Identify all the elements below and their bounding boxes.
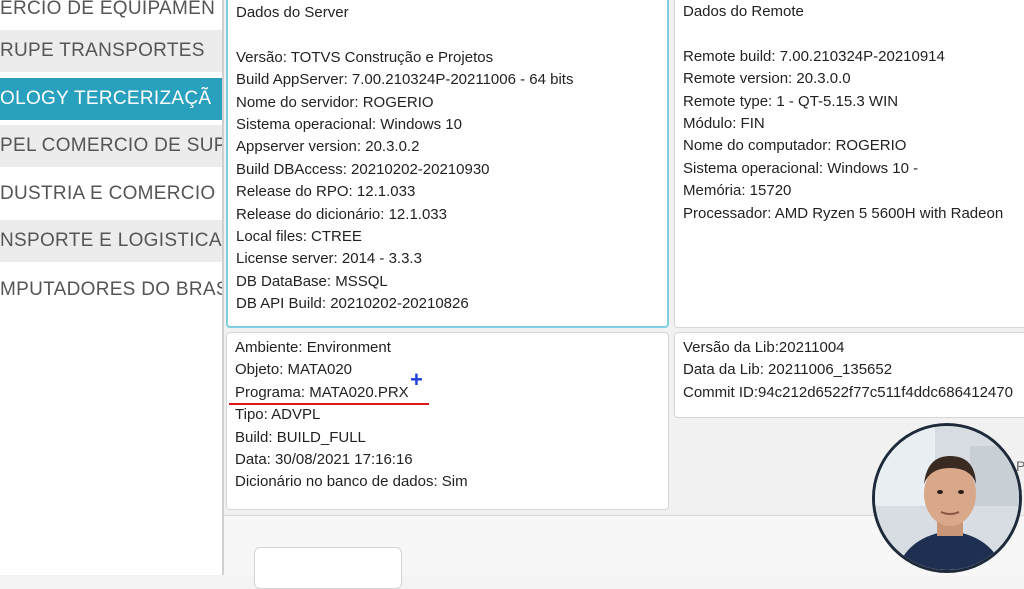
remote-info-line: Remote type: 1 - QT-5.15.3 WIN	[683, 92, 899, 110]
bottom-button[interactable]	[254, 547, 402, 589]
server-info-panel[interactable]: Dados do Server Versão: TOTVS Construção…	[226, 0, 669, 328]
company-list-item[interactable]: NSPORTE E LOGISTICA	[0, 220, 222, 262]
server-info-line: Appserver version: 20.3.0.2	[236, 138, 420, 156]
server-info-line: DB DataBase: MSSQL	[236, 272, 388, 290]
env-info-line: Tipo: ADVPL	[235, 406, 321, 424]
remote-info-line: Memória: 15720	[683, 182, 792, 200]
server-info-line: DB API Build: 20210202-20210826	[236, 295, 469, 313]
server-info-line: Nome do servidor: ROGERIO	[236, 93, 434, 111]
company-list-item-selected[interactable]: OLOGY TERCERIZAÇÃ	[0, 78, 222, 120]
remote-info-line: Sistema operacional: Windows 10 -	[683, 159, 919, 177]
server-info-line: Release do dicionário: 12.1.033	[236, 205, 447, 223]
env-info-line: Data: 30/08/2021 17:16:16	[235, 450, 413, 468]
env-info-line: Ambiente: Environment	[235, 339, 391, 356]
remote-info-line: Processador: AMD Ryzen 5 5600H with Rade…	[683, 204, 1004, 222]
company-list-item[interactable]: RUPE TRANSPORTES	[0, 30, 222, 72]
lib-info-panel[interactable]: Versão da Lib:20211004 Data da Lib: 2021…	[674, 332, 1024, 418]
server-info-line: Build AppServer: 7.00.210324P-20211006 -…	[236, 71, 574, 89]
red-underline-annotation	[229, 403, 429, 405]
server-info-line: License server: 2014 - 3.3.3	[236, 250, 422, 268]
webcam-avatar	[872, 423, 1022, 573]
lib-info-line: Commit ID:94c212d6522f77c511f4ddc6864124…	[683, 383, 1013, 401]
remote-panel-title: Dados do Remote	[683, 3, 804, 20]
company-list-item[interactable]: MPUTADORES DO BRAS	[0, 269, 222, 311]
company-list-item[interactable]: ERCIO DE EQUIPAMEN	[0, 0, 222, 30]
server-info-line: Release do RPO: 12.1.033	[236, 183, 416, 201]
remote-info-line: Remote version: 20.3.0.0	[683, 70, 851, 88]
env-info-line: Dicionário no banco de dados: Sim	[235, 473, 468, 491]
remote-info-line: Remote build: 7.00.210324P-20210914	[683, 47, 945, 65]
server-info-line: Versão: TOTVS Construção e Projetos	[236, 48, 494, 66]
lib-info-line: Data da Lib: 20211006_135652	[683, 361, 893, 379]
presenter-image	[875, 426, 1019, 570]
env-info-line: Objeto: MATA020	[235, 361, 352, 379]
remote-info-panel[interactable]: Dados do Remote Remote build: 7.00.21032…	[674, 0, 1024, 328]
crosshair-cursor-icon: +	[410, 367, 423, 392]
server-info-line: Sistema operacional: Windows 10	[236, 115, 462, 133]
server-info-line: Local files: CTREE	[236, 227, 362, 245]
remote-info-line: Nome do computador: ROGERIO	[683, 137, 907, 155]
company-list-item[interactable]: DUSTRIA E COMERCIO	[0, 173, 222, 215]
server-info-line: Build DBAccess: 20210202-20210930	[236, 160, 490, 178]
env-info-line: Build: BUILD_FULL	[235, 428, 366, 446]
company-list[interactable]: ERCIO DE EQUIPAMEN RUPE TRANSPORTES OLOG…	[0, 0, 222, 575]
server-panel-title: Dados do Server	[236, 4, 349, 21]
lib-info-line: Versão da Lib:20211004	[683, 339, 845, 356]
env-info-line-programa: Programa: MATA020.PRX	[235, 383, 409, 401]
environment-info-panel[interactable]: Ambiente: Environment Objeto: MATA020 Pr…	[226, 332, 669, 510]
company-list-item[interactable]: PEL COMERCIO DE SUP	[0, 125, 222, 167]
partial-label: P	[1016, 458, 1024, 474]
remote-info-line: Módulo: FIN	[683, 114, 765, 132]
